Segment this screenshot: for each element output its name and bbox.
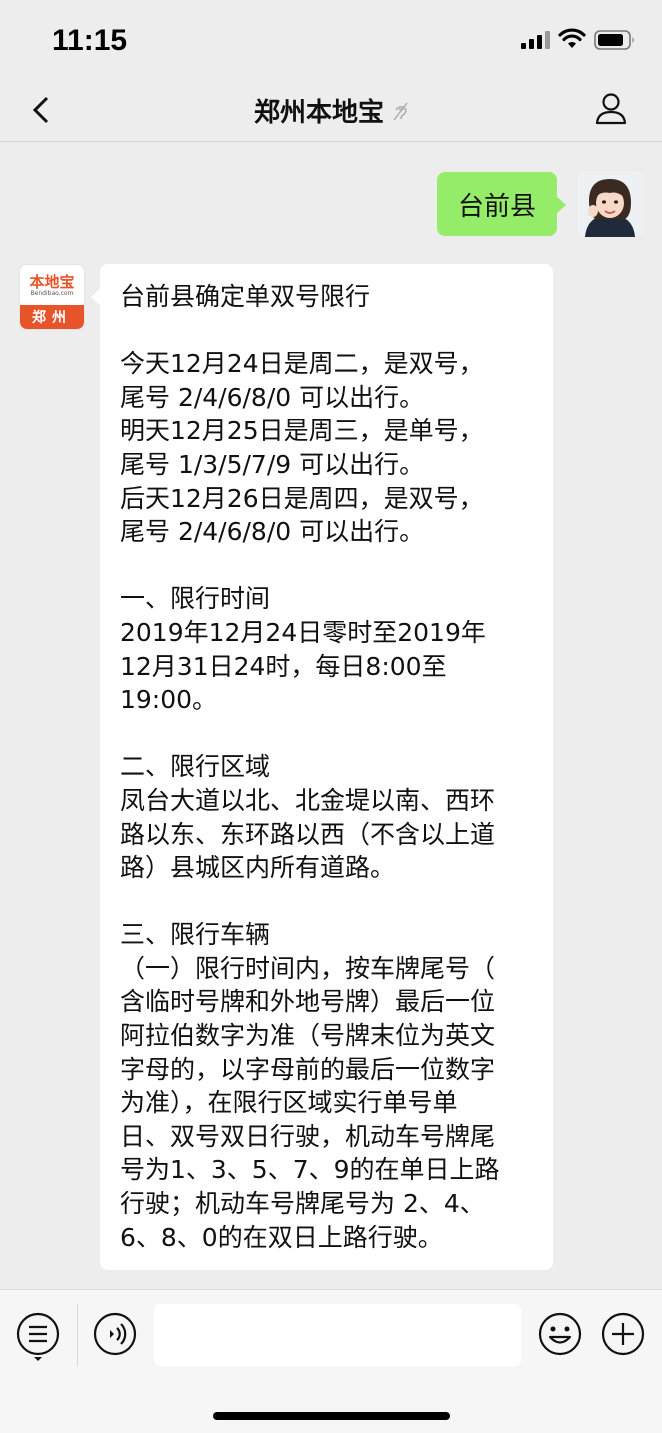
- incoming-message-line: 号为1、3、5、7、9的在单日上路: [120, 1155, 500, 1185]
- plus-icon[interactable]: [601, 1312, 645, 1356]
- user-avatar-image: [577, 171, 643, 237]
- message-input[interactable]: [154, 1304, 521, 1366]
- incoming-message-line: 12月31日24时，每日8:00至: [120, 651, 447, 681]
- incoming-message-line: 凤台大道以北、北金堤以南、西环: [120, 785, 496, 815]
- bot-avatar-city: 郑州: [20, 305, 84, 329]
- user-avatar[interactable]: [577, 171, 643, 237]
- emoji-icon[interactable]: [538, 1312, 582, 1356]
- incoming-message-line: 尾号 2/4/6/8/0 可以出行。: [120, 382, 425, 412]
- bot-avatar-logo-subtext: Bendibao.com: [30, 290, 74, 297]
- incoming-message-line: 三、限行车辆: [120, 920, 271, 950]
- incoming-message-line: 后天12月26日是周四，是双号，: [120, 483, 484, 513]
- chat-title-text: 郑州本地宝: [253, 98, 384, 128]
- incoming-message-line: 2019年12月24日零时至2019年: [120, 617, 486, 647]
- mute-icon: [393, 102, 408, 120]
- outgoing-message-text: 台前县: [457, 191, 536, 222]
- incoming-message-line: 日、双号双日行驶，机动车号牌尾: [120, 1121, 496, 1151]
- cellular-signal-icon: [521, 31, 550, 49]
- nav-bar: 郑州本地宝: [0, 80, 662, 142]
- status-time: 11:15: [52, 24, 128, 57]
- incoming-message-line: 今天12月24日是周二，是双号，: [120, 349, 484, 379]
- incoming-message-line: [120, 717, 535, 751]
- incoming-message-line: [120, 549, 535, 583]
- chat-title: 郑州本地宝: [0, 92, 662, 129]
- input-divider: [77, 1304, 78, 1366]
- chat-area[interactable]: 台前县 本地宝 Bendibao.com 郑州 台前县确定单双号限行今天12月2…: [0, 143, 662, 1288]
- incoming-message-line: 明天12月25日是周三，是单号，: [120, 416, 484, 446]
- incoming-message-line: 行驶；机动车号牌尾号为 2、4、: [120, 1189, 485, 1219]
- incoming-message-line: 为准），在限行区域实行单号单: [120, 1088, 458, 1118]
- home-indicator: [213, 1412, 450, 1420]
- incoming-message-line: 台前县确定单双号限行: [120, 282, 371, 311]
- bot-avatar-logo-text: 本地宝: [29, 273, 75, 291]
- battery-icon: [594, 30, 634, 50]
- incoming-message-line: 路）县城区内所有道路。: [120, 853, 396, 883]
- incoming-message-line: 尾号 2/4/6/8/0 可以出行。: [120, 517, 425, 547]
- outgoing-message-bubble[interactable]: 台前县: [437, 172, 566, 236]
- incoming-message-line: 二、限行区域: [120, 752, 271, 782]
- incoming-message-line: 字母的，以字母前的最后一位数字: [120, 1054, 496, 1084]
- incoming-message-line: 含临时号牌和外地号牌）最后一位: [120, 987, 496, 1017]
- incoming-message-line: 6、8、0的在双日上路行驶。: [120, 1222, 443, 1252]
- incoming-message-line: 路以东、东环路以西（不含以上道: [120, 819, 496, 849]
- wifi-icon: [558, 28, 586, 48]
- status-bar: 11:15: [0, 0, 662, 80]
- incoming-message-line: 阿拉伯数字为准（号牌末位为英文: [120, 1021, 496, 1051]
- incoming-message-line: [120, 885, 535, 919]
- bot-avatar[interactable]: 本地宝 Bendibao.com 郑州: [19, 264, 85, 330]
- incoming-message-bubble[interactable]: 台前县确定单双号限行 今天12月24日是周二，是双号， 尾号 2/4/6/8/0 可…: [91, 264, 553, 1270]
- incoming-message-line: 尾号 1/3/5/7/9 可以出行。: [120, 449, 425, 479]
- profile-icon[interactable]: [594, 90, 628, 126]
- incoming-message-line: 19:00。: [120, 685, 218, 715]
- input-bar: [0, 1289, 662, 1433]
- menu-icon[interactable]: [16, 1312, 60, 1362]
- voice-icon[interactable]: [93, 1312, 137, 1356]
- bot-avatar-logo: 本地宝 Bendibao.com: [20, 265, 84, 307]
- incoming-message-line: （一）限行时间内，按车牌尾号（: [120, 953, 496, 983]
- incoming-message-line: [120, 314, 535, 348]
- incoming-message-line: 一、限行时间: [120, 584, 271, 614]
